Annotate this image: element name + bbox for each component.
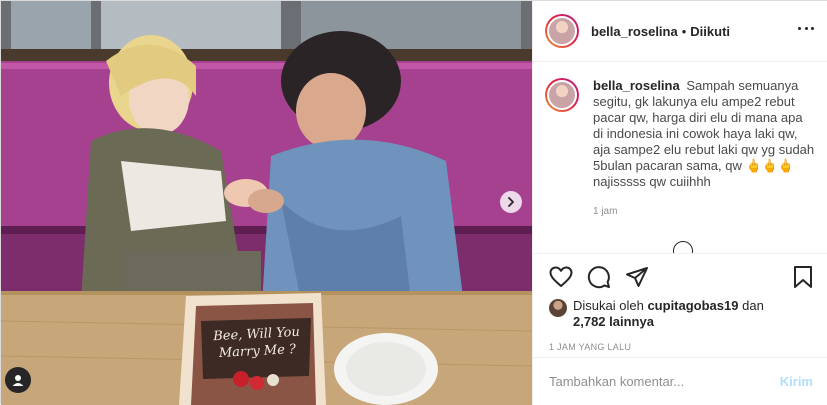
comment-icon (587, 266, 610, 289)
post-photo[interactable]: Bee, Will You Marry Me ? (1, 1, 532, 405)
comment-input[interactable] (549, 374, 780, 389)
author-username[interactable]: bella_roselina (591, 24, 678, 39)
likes-summary: Disukai oleh cupitagobas19 dan 2,782 lai… (549, 298, 813, 330)
post-header: bella_roselina • Diikuti (533, 1, 827, 62)
comment-button[interactable] (587, 265, 611, 289)
caption: bella_roselina Sampah semuanya segitu, g… (545, 78, 816, 220)
caption-username[interactable]: bella_roselina (593, 78, 680, 93)
likes-joiner: dan (742, 298, 764, 313)
heart-icon (549, 266, 573, 287)
post-actions: Disukai oleh cupitagobas19 dan 2,782 lai… (533, 253, 827, 352)
chevron-right-icon (508, 197, 514, 207)
user-tag-icon (12, 375, 24, 386)
caption-text: Sampah semuanya segitu, gk lakunya elu a… (593, 78, 815, 189)
paper-plane-icon (626, 267, 648, 287)
avatar[interactable] (545, 14, 579, 48)
liker-avatar[interactable] (549, 299, 567, 317)
action-row (549, 264, 813, 290)
bookmark-icon (794, 266, 812, 288)
caption-avatar[interactable] (545, 78, 579, 112)
like-button[interactable] (549, 266, 573, 288)
comments-section: bella_roselina Sampah semuanya segitu, g… (533, 62, 827, 253)
header-text: bella_roselina • Diikuti (591, 24, 730, 39)
liker-username[interactable]: cupitagobas19 (647, 298, 738, 313)
add-comment-bar: Kirim (533, 357, 827, 405)
post-sidebar: bella_roselina • Diikuti bella_roselina … (532, 1, 827, 405)
cake-message: Bee, Will You Marry Me ? (212, 324, 301, 361)
instagram-post: Bee, Will You Marry Me ? bella_roselina … (0, 0, 827, 405)
load-more-comments-icon[interactable] (673, 241, 693, 253)
separator-dot: • (681, 23, 687, 39)
likes-count[interactable]: 2,782 lainnya (573, 314, 654, 329)
caption-time: 1 jam (593, 206, 618, 217)
post-timestamp[interactable]: 1 JAM YANG LALU (549, 342, 813, 352)
next-photo-button[interactable] (500, 191, 522, 213)
caption-body: bella_roselina Sampah semuanya segitu, g… (593, 78, 815, 220)
user-tag-button[interactable] (5, 367, 31, 393)
post-comment-button[interactable]: Kirim (780, 374, 813, 389)
share-button[interactable] (625, 266, 649, 288)
follow-button[interactable]: Diikuti (690, 24, 730, 39)
save-button[interactable] (793, 265, 813, 289)
more-options-icon[interactable] (798, 27, 814, 33)
likes-prefix: Disukai oleh (573, 298, 644, 313)
likes-text: Disukai oleh cupitagobas19 dan 2,782 lai… (573, 298, 764, 330)
